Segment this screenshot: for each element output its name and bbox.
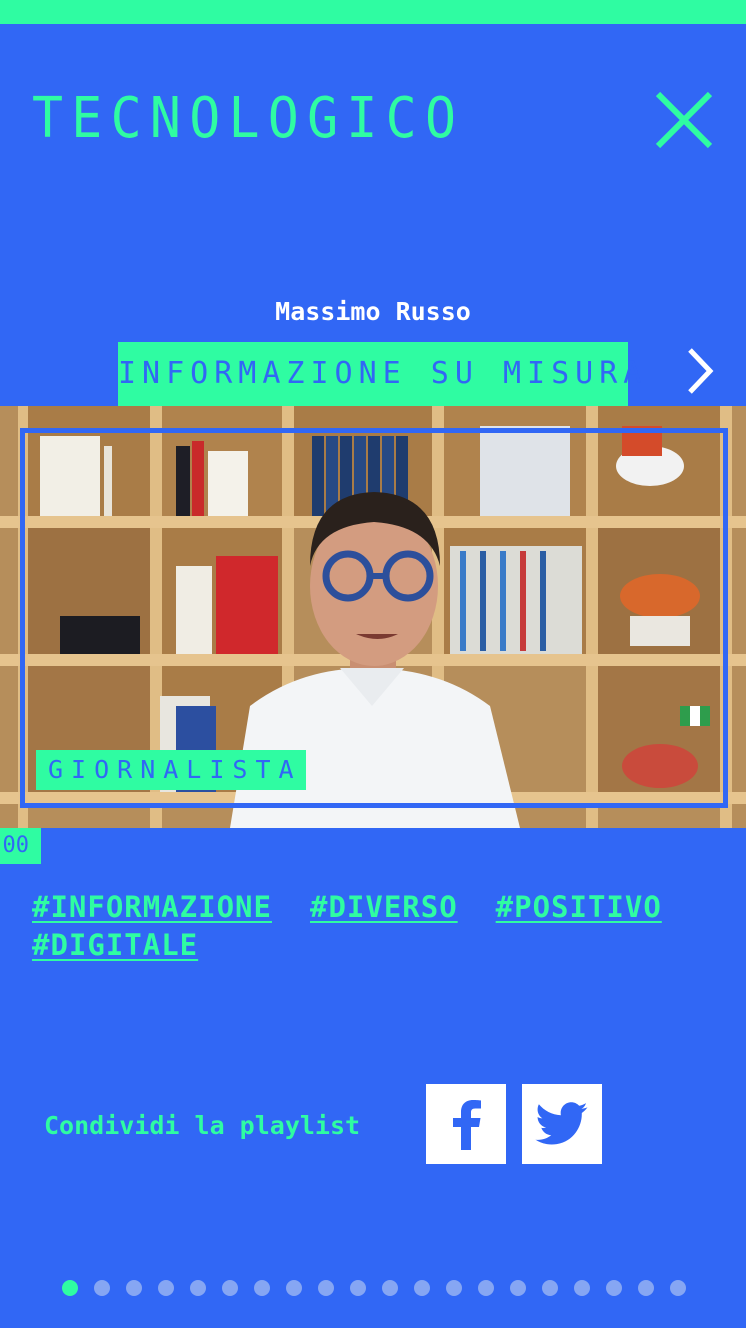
pagination-dot[interactable] <box>222 1280 238 1296</box>
pagination-dot[interactable] <box>350 1280 366 1296</box>
pagination-dots <box>62 1280 686 1296</box>
hashtag-link[interactable]: #INFORMAZIONE <box>32 890 272 924</box>
share-label: Condividi la playlist <box>44 1111 361 1140</box>
pagination-dot[interactable] <box>638 1280 654 1296</box>
video-player[interactable]: GIORNALISTA <box>0 406 746 828</box>
pagination-dot[interactable] <box>94 1280 110 1296</box>
pagination-dot[interactable] <box>574 1280 590 1296</box>
chevron-right-icon <box>688 348 714 394</box>
pagination-dot[interactable] <box>382 1280 398 1296</box>
next-video-button[interactable] <box>682 346 718 396</box>
facebook-share-button[interactable] <box>426 1084 506 1164</box>
pagination-dot[interactable] <box>286 1280 302 1296</box>
hashtag-list: #INFORMAZIONE #DIVERSO #POSITIVO #DIGITA… <box>32 890 722 962</box>
hashtag-link[interactable]: #DIGITALE <box>32 928 198 962</box>
video-progress-badge: 00 <box>0 828 41 864</box>
role-badge: GIORNALISTA <box>36 750 306 790</box>
twitter-share-button[interactable] <box>522 1084 602 1164</box>
close-button[interactable] <box>654 90 714 150</box>
pagination-dot[interactable] <box>606 1280 622 1296</box>
pagination-dot[interactable] <box>510 1280 526 1296</box>
pagination-dot[interactable] <box>318 1280 334 1296</box>
facebook-icon <box>453 1100 481 1150</box>
pagination-dot[interactable] <box>542 1280 558 1296</box>
pagination-dot[interactable] <box>414 1280 430 1296</box>
top-accent-bar <box>0 0 746 24</box>
video-title-badge: INFORMAZIONE SU MISURA <box>118 342 641 406</box>
pagination-dot[interactable] <box>254 1280 270 1296</box>
video-author: Massimo Russo <box>275 297 471 326</box>
page-title: TECNOLOGICO <box>32 86 465 151</box>
hashtag-link[interactable]: #DIVERSO <box>310 890 458 924</box>
pagination-dot-active[interactable] <box>62 1280 78 1296</box>
pagination-dot[interactable] <box>670 1280 686 1296</box>
pagination-dot[interactable] <box>478 1280 494 1296</box>
twitter-icon <box>535 1102 588 1145</box>
pagination-dot[interactable] <box>158 1280 174 1296</box>
pagination-dot[interactable] <box>126 1280 142 1296</box>
close-x-icon <box>655 91 713 149</box>
pagination-dot[interactable] <box>446 1280 462 1296</box>
hashtag-link[interactable]: #POSITIVO <box>496 890 662 924</box>
pagination-dot[interactable] <box>190 1280 206 1296</box>
